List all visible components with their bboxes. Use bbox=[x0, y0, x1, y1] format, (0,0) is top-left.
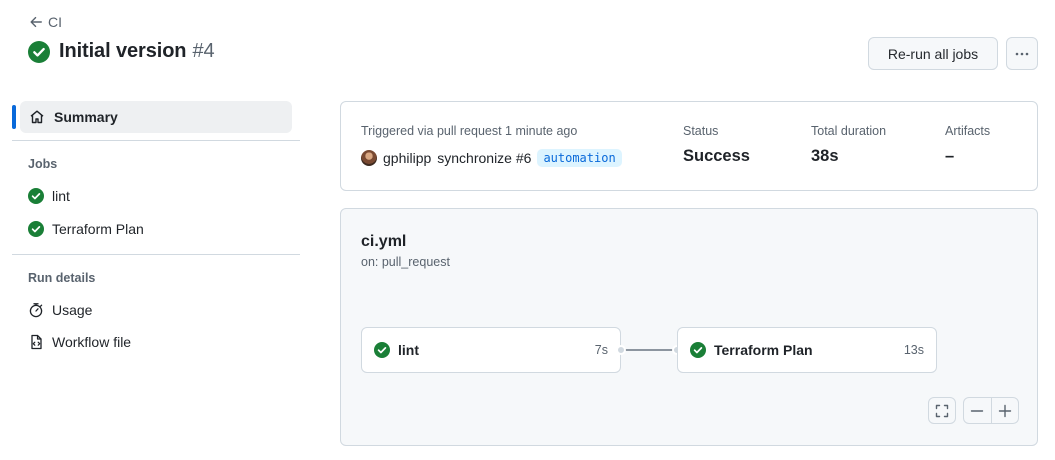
fit-to-screen-button[interactable] bbox=[928, 397, 956, 424]
job-name: Terraform Plan bbox=[714, 342, 813, 358]
sidebar-item-label: lint bbox=[52, 188, 70, 204]
sidebar-item-usage[interactable]: Usage bbox=[28, 302, 92, 318]
job-duration: 7s bbox=[594, 343, 608, 357]
check-circle-icon bbox=[28, 221, 44, 237]
job-name: lint bbox=[398, 342, 419, 358]
dash-icon bbox=[971, 409, 984, 412]
status-label: Status bbox=[683, 124, 719, 138]
zoom-controls bbox=[963, 397, 1019, 424]
workflow-file-name: ci.yml bbox=[361, 233, 407, 250]
sidebar-item-job-lint[interactable]: lint bbox=[28, 188, 70, 204]
home-icon bbox=[30, 110, 44, 124]
status-value: Success bbox=[683, 147, 750, 165]
arrow-left-icon bbox=[30, 16, 42, 28]
zoom-out-button[interactable] bbox=[964, 398, 991, 423]
artifacts-label: Artifacts bbox=[945, 124, 991, 138]
check-circle-icon bbox=[28, 40, 50, 63]
check-circle-icon bbox=[28, 188, 44, 204]
run-summary-card: Triggered via pull request 1 minute ago … bbox=[340, 101, 1038, 191]
back-link[interactable]: CI bbox=[29, 14, 62, 30]
active-indicator bbox=[12, 105, 16, 129]
stopwatch-icon bbox=[29, 303, 43, 318]
kebab-horizontal-icon bbox=[1015, 52, 1029, 55]
check-circle-icon bbox=[374, 342, 390, 358]
artifacts-value: – bbox=[945, 147, 955, 165]
trigger-user-link[interactable]: gphilipp bbox=[383, 150, 431, 166]
sidebar-item-label: Summary bbox=[54, 109, 118, 125]
sidebar-item-label: Terraform Plan bbox=[52, 221, 144, 237]
plus-icon bbox=[998, 404, 1012, 417]
job-node-lint[interactable]: lint 7s bbox=[361, 327, 621, 373]
branch-label-badge[interactable]: automation bbox=[537, 149, 622, 167]
job-duration: 13s bbox=[903, 343, 924, 357]
more-options-button[interactable] bbox=[1006, 37, 1038, 70]
job-connector bbox=[623, 349, 677, 351]
job-node-terraform-plan[interactable]: Terraform Plan 13s bbox=[677, 327, 937, 373]
avatar bbox=[361, 150, 377, 166]
check-circle-icon bbox=[690, 342, 706, 358]
jobs-heading: Jobs bbox=[28, 157, 58, 171]
divider bbox=[12, 140, 300, 141]
workflow-trigger: on: pull_request bbox=[361, 255, 450, 269]
workflow-graph-card: ci.yml on: pull_request lint 7s Terrafor… bbox=[340, 208, 1038, 446]
run-number: #4 bbox=[192, 40, 215, 62]
divider bbox=[12, 254, 300, 255]
total-duration-value: 38s bbox=[811, 147, 839, 165]
trigger-text: Triggered via pull request 1 minute ago bbox=[361, 124, 578, 138]
trigger-pr-link[interactable]: synchronize #6 bbox=[437, 150, 531, 166]
screen-full-icon bbox=[935, 404, 949, 417]
sidebar-item-label: Workflow file bbox=[52, 334, 132, 350]
sidebar-item-label: Usage bbox=[52, 302, 93, 318]
total-duration-label: Total duration bbox=[811, 124, 887, 138]
file-code-icon bbox=[31, 334, 42, 350]
back-link-label: CI bbox=[48, 14, 62, 30]
sidebar-item-workflow-file[interactable]: Workflow file bbox=[28, 334, 131, 350]
zoom-in-button[interactable] bbox=[990, 398, 1018, 423]
sidebar-item-summary[interactable]: Summary bbox=[20, 101, 292, 133]
run-details-heading: Run details bbox=[28, 271, 96, 285]
rerun-all-jobs-button[interactable]: Re-run all jobs bbox=[868, 37, 998, 70]
run-title: Initial version bbox=[59, 40, 187, 62]
trigger-details: gphilipp synchronize #6 automation bbox=[361, 149, 622, 167]
sidebar-item-job-terraform-plan[interactable]: Terraform Plan bbox=[28, 221, 144, 237]
connector-dot bbox=[616, 345, 626, 355]
page-title: Initial version #4 bbox=[28, 40, 215, 63]
